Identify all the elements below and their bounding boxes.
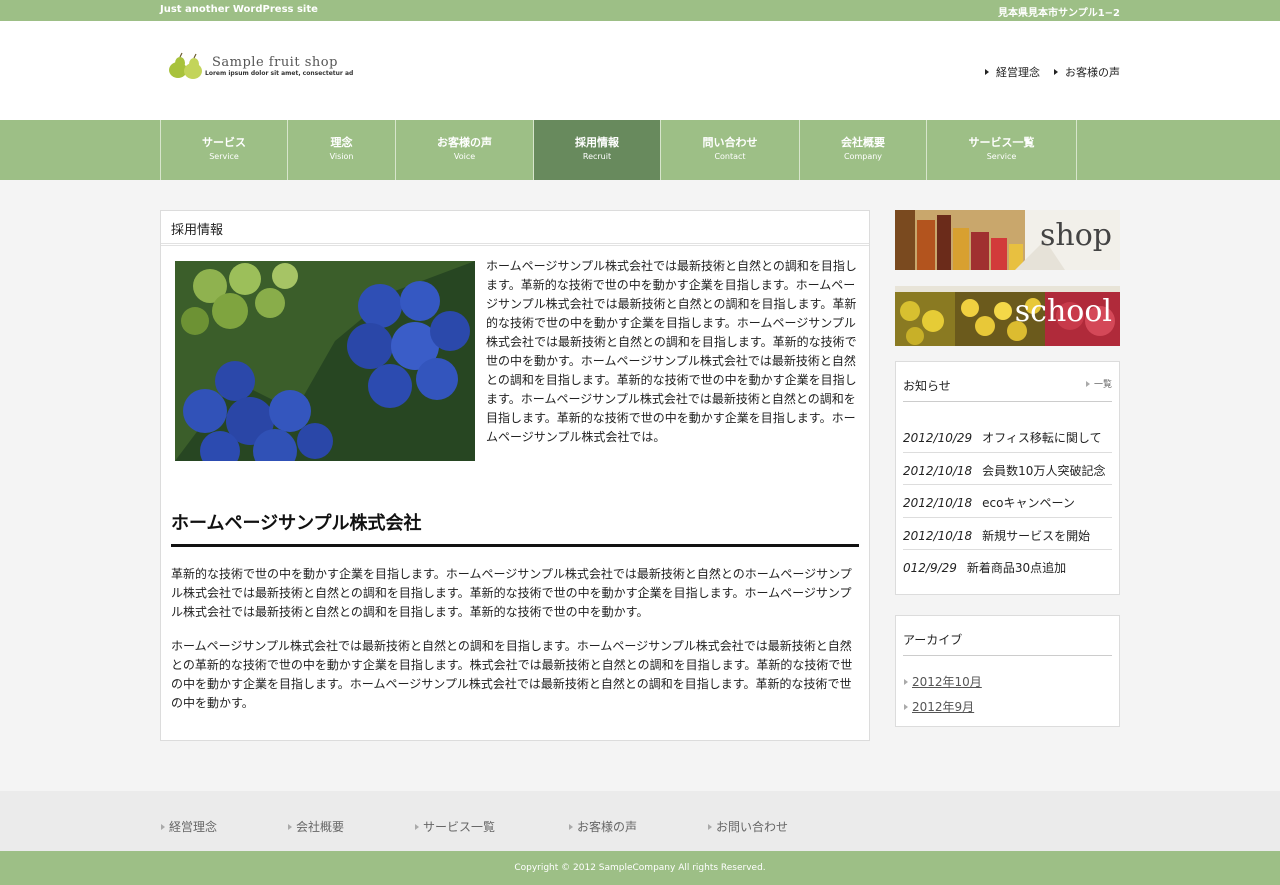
news-text: 会員数10万人突破記念 — [982, 463, 1106, 478]
footer-link-label: お客様の声 — [577, 820, 638, 834]
footer-link-label: お問い合わせ — [716, 820, 789, 834]
site-tagline: Just another WordPress site — [160, 4, 318, 15]
news-text: 新規サービスを開始 — [982, 528, 1091, 543]
body-paragraph-2: ホームページサンプル株式会社では最新技術と自然との調和を目指します。ホームページ… — [171, 639, 853, 710]
news-more-label: 一覧 — [1093, 380, 1112, 390]
triangle-icon — [1085, 380, 1090, 387]
header-link-label: 経営理念 — [996, 66, 1040, 79]
news-date: 2012/10/18 — [903, 528, 973, 543]
nav-label: サービス — [202, 136, 246, 149]
nav-item-contact[interactable]: 問い合わせ Contact — [661, 120, 800, 180]
copyright: Copyright © 2012 SampleCompany All right… — [0, 851, 1280, 885]
nav-label: 会社概要 — [841, 136, 885, 149]
pear-logo-icon — [169, 52, 202, 79]
nav-label: 採用情報 — [575, 136, 619, 149]
archive-label: 2012年10月 — [912, 675, 982, 689]
triangle-icon — [904, 678, 908, 685]
footer-link-voice[interactable]: お客様の声 — [569, 818, 637, 835]
triangle-icon — [569, 823, 573, 830]
news-text: ecoキャンペーン — [982, 496, 1075, 510]
site-address: 見本県見本市サンプル1−2 — [998, 8, 1120, 19]
triangle-icon — [985, 69, 989, 75]
news-more-link[interactable]: 一覧 — [1085, 377, 1112, 390]
footer-link-label: 経営理念 — [169, 820, 218, 834]
header-links: 経営理念 お客様の声 — [985, 64, 1120, 80]
nav-item-voice[interactable]: お客様の声 Voice — [396, 120, 534, 180]
footer-link-label: サービス一覧 — [423, 820, 496, 834]
school-banner-label: school — [1014, 294, 1112, 329]
triangle-icon — [1054, 69, 1058, 75]
nav-item-vision[interactable]: 理念 Vision — [288, 120, 396, 180]
news-item[interactable]: 2012/10/18 新規サービスを開始 — [903, 518, 1112, 550]
nav-item-service-list[interactable]: サービス一覧 Service — [927, 120, 1077, 180]
site-header: Sample fruit shop Lorem ipsum dolor sit … — [0, 21, 1280, 120]
nav-label: サービス一覧 — [968, 136, 1035, 149]
news-date: 2012/10/18 — [903, 463, 973, 478]
archive-label: 2012年9月 — [912, 700, 975, 714]
company-heading: ホームページサンプル株式会社 — [171, 509, 859, 547]
archive-list: 2012年10月 2012年9月 — [904, 669, 982, 719]
news-date: 2012/10/18 — [903, 496, 973, 510]
news-item[interactable]: 2012/10/18 ecoキャンペーン — [903, 485, 1112, 518]
news-widget: お知らせ 一覧 2012/10/29 オフィス移転に関して 2012/10/18 会… — [895, 361, 1120, 595]
shop-banner[interactable]: shop — [895, 210, 1120, 270]
triangle-icon — [708, 823, 712, 830]
footer-nav: 経営理念 会社概要 サービス一覧 お客様の声 お問い合わせ — [0, 791, 1280, 851]
blueberry-photo — [175, 261, 475, 461]
news-item[interactable]: 2012/10/18 会員数10万人突破記念 — [903, 453, 1112, 485]
footer-link-company[interactable]: 会社概要 — [288, 818, 344, 835]
triangle-icon — [161, 823, 165, 830]
nav-sublabel: Vision — [329, 152, 354, 161]
footer-link-contact[interactable]: お問い合わせ — [708, 818, 788, 835]
archive-link[interactable]: 2012年10月 — [904, 669, 982, 694]
news-item[interactable]: 012/9/29 新着商品30点追加 — [903, 550, 1112, 583]
news-title: お知らせ — [903, 379, 951, 393]
news-text: 新着商品30点追加 — [966, 561, 1067, 575]
logo-name: Sample fruit shop — [212, 55, 338, 70]
nav-sublabel: Contact — [714, 152, 746, 161]
intro-text: ホームページサンプル株式会社では最新技術と自然との調和を目指します。革新的な技術… — [486, 259, 857, 444]
news-date: 2012/10/29 — [903, 431, 973, 445]
nav-sublabel: Company — [843, 152, 883, 161]
header-link-label: お客様の声 — [1065, 66, 1120, 79]
triangle-icon — [415, 823, 419, 830]
header-link-philosophy[interactable]: 経営理念 — [985, 64, 1040, 80]
main-content: 採用情報 ホームページサンプル株式会社では最新技術と自然との調和を目指します。革… — [160, 210, 870, 741]
page-title: 採用情報 — [161, 211, 869, 246]
archive-title: アーカイブ — [903, 633, 963, 647]
shop-banner-label: shop — [1040, 218, 1112, 253]
body-paragraph-1: 革新的な技術で世の中を動かす企業を目指します。ホームページサンプル株式会社では最… — [171, 567, 852, 619]
footer-link-philosophy[interactable]: 経営理念 — [161, 818, 217, 835]
header-link-voice[interactable]: お客様の声 — [1054, 64, 1120, 80]
nav-item-recruit[interactable]: 採用情報 Recruit — [534, 120, 661, 180]
nav-label: 理念 — [330, 136, 353, 149]
logo-subtext: Lorem ipsum dolor sit amet, consectetur … — [205, 70, 354, 77]
triangle-icon — [904, 703, 908, 710]
footer-link-service-list[interactable]: サービス一覧 — [415, 818, 495, 835]
triangle-icon — [288, 823, 292, 830]
news-item[interactable]: 2012/10/29 オフィス移転に関して — [903, 420, 1112, 453]
nav-item-company[interactable]: 会社概要 Company — [800, 120, 927, 180]
nav-sublabel: Voice — [453, 152, 476, 161]
top-bar: Just another WordPress site 見本県見本市サンプル1−… — [0, 0, 1280, 21]
nav-label: 問い合わせ — [702, 136, 758, 149]
news-text: オフィス移転に関して — [982, 431, 1102, 445]
news-list: 2012/10/29 オフィス移転に関して 2012/10/18 会員数10万人突破… — [903, 420, 1112, 583]
archive-widget: アーカイブ 2012年10月 2012年9月 — [895, 615, 1120, 727]
site-logo[interactable]: Sample fruit shop Lorem ipsum dolor sit … — [162, 50, 362, 82]
school-banner[interactable]: school — [895, 286, 1120, 346]
nav-sublabel: Service — [986, 152, 1017, 161]
archive-link[interactable]: 2012年9月 — [904, 694, 982, 719]
news-date: 012/9/29 — [903, 561, 957, 575]
footer-link-label: 会社概要 — [296, 820, 345, 834]
nav-sublabel: Service — [209, 152, 239, 161]
global-nav: サービス Service 理念 Vision お客様の声 Voice 採用情報 … — [0, 120, 1280, 180]
nav-label: お客様の声 — [437, 136, 492, 149]
nav-item-service[interactable]: サービス Service — [161, 120, 288, 180]
nav-sublabel: Recruit — [582, 152, 612, 161]
